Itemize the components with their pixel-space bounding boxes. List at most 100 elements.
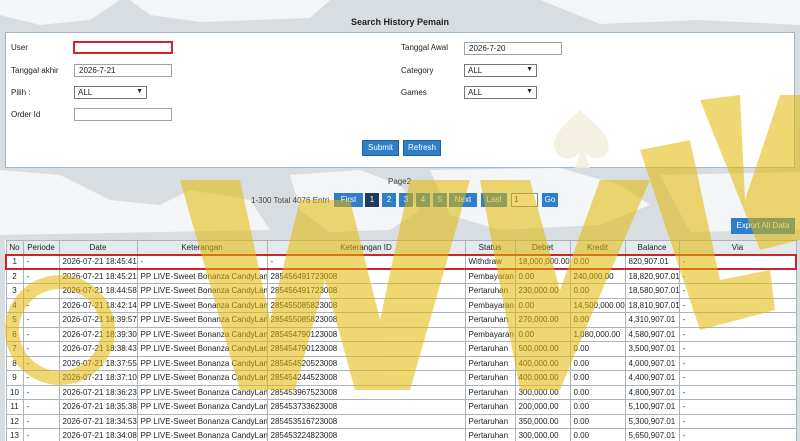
column-header-periode[interactable]: Periode	[22, 240, 60, 255]
cell-no: 3	[5, 283, 24, 299]
table-row[interactable]: 4-2026-07-21 18:42:14 PP LIVE-Sweet Bonan…	[5, 297, 797, 313]
cell-keterangan-id[interactable]: 285454790123008	[266, 326, 466, 342]
cell-status: Pertaruhan	[464, 370, 516, 386]
games-select-value: ALL	[468, 88, 483, 97]
page-5-button[interactable]: 5	[433, 193, 447, 207]
games-label: Games	[401, 88, 427, 97]
cell-balance: 820,907.01	[624, 253, 680, 270]
submit-button[interactable]: Submit	[362, 140, 399, 156]
cell-status: Pertaruhan	[464, 283, 516, 299]
order-id-label: Order Id	[11, 110, 41, 119]
cell-via: -	[678, 428, 797, 441]
tanggal-awal-input[interactable]: 2026-7-20	[464, 42, 562, 55]
cell-no: 7	[5, 341, 24, 357]
page-title: Search History Pemain	[350, 17, 450, 27]
cell-balance: 18,580,907.01	[624, 283, 680, 299]
table-row[interactable]: 9-2026-07-21 18:37:10 PP LIVE-Sweet Bonan…	[5, 370, 797, 386]
cell-kredit: 1,080,000.00	[569, 326, 626, 342]
column-header-no[interactable]: No	[5, 240, 24, 255]
category-select-value: ALL	[468, 66, 483, 75]
table-row[interactable]: 1-2026-07-21 18:45:41- - Withdraw 18,000,00…	[5, 253, 797, 270]
table-row[interactable]: 10-2026-07-21 18:36:23 PP LIVE-Sweet Bona…	[5, 384, 797, 400]
cell-keterangan: -	[136, 253, 268, 270]
cell-status: Pertaruhan	[464, 384, 516, 400]
table-row[interactable]: 5-2026-07-21 18:39:57 PP LIVE-Sweet Bonan…	[5, 312, 797, 328]
cell-via: -	[678, 355, 797, 371]
cell-status: Pertaruhan	[464, 413, 516, 429]
goto-page-input[interactable]: 1	[511, 193, 538, 207]
table-row[interactable]: 8-2026-07-21 18:37:55 PP LIVE-Sweet Bonan…	[5, 355, 797, 371]
cell-periode: -	[22, 399, 60, 415]
table-row[interactable]: 6-2026-07-21 18:39:30 PP LIVE-Sweet Bonan…	[5, 326, 797, 342]
table-row[interactable]: 3-2026-07-21 18:44:58 PP LIVE-Sweet Bonan…	[5, 283, 797, 299]
cell-keterangan-id[interactable]: 285453733623008	[266, 399, 466, 415]
cell-keterangan-id[interactable]: 285456491723008	[266, 268, 466, 284]
chevron-down-icon: ▼	[526, 88, 533, 95]
cell-no: 13	[5, 428, 24, 441]
user-input[interactable]	[73, 41, 173, 54]
column-header-date[interactable]: Date	[58, 240, 138, 255]
table-row[interactable]: 11-2026-07-21 18:35:38 PP LIVE-Sweet Bona…	[5, 399, 797, 415]
page-2-button[interactable]: 2	[382, 193, 396, 207]
cell-no: 10	[5, 384, 24, 400]
table-row[interactable]: 2-2026-07-21 18:45:21 PP LIVE-Sweet Bonan…	[5, 268, 797, 284]
table-row[interactable]: 13-2026-07-21 18:34:08 PP LIVE-Sweet Bona…	[5, 428, 797, 441]
column-header-keterangan[interactable]: Keterangan	[136, 240, 268, 255]
column-header-debet[interactable]: Debet	[514, 240, 571, 255]
cell-no: 6	[5, 326, 24, 342]
pilih-label: Pilih :	[11, 88, 31, 97]
pilih-select-value: ALL	[78, 88, 93, 97]
cell-no: 11	[5, 399, 24, 415]
cell-date: 2026-07-21 18:35:38	[58, 399, 138, 415]
chevron-down-icon: ▼	[136, 88, 143, 95]
cell-balance: 18,810,907.01	[624, 297, 680, 313]
first-page-button[interactable]: First	[334, 193, 363, 207]
column-header-status[interactable]: Status	[464, 240, 516, 255]
cell-kredit: 0.00	[569, 253, 626, 270]
cell-debet: 400,000.00	[514, 355, 571, 371]
cell-keterangan-id[interactable]: 285455085823008	[266, 312, 466, 328]
column-header-via[interactable]: Via	[678, 240, 797, 255]
order-id-input[interactable]	[74, 108, 172, 121]
cell-date: 2026-07-21 18:45:21	[58, 268, 138, 284]
cell-kredit: 0.00	[569, 312, 626, 328]
category-select[interactable]: ALL ▼	[464, 64, 537, 77]
cell-keterangan: PP LIVE-Sweet Bonanza CandyLand	[136, 413, 268, 429]
cell-kredit: 0.00	[569, 384, 626, 400]
page-4-button[interactable]: 4	[416, 193, 430, 207]
cell-debet: 0.00	[514, 297, 571, 313]
history-table: No Periode Date Keterangan Keterangan ID…	[5, 240, 797, 441]
column-header-kredit[interactable]: Kredit	[569, 240, 626, 255]
cell-keterangan-id[interactable]: 285453516723008	[266, 413, 466, 429]
cell-keterangan: PP LIVE-Sweet Bonanza CandyLand	[136, 312, 268, 328]
cell-debet: 230,000.00	[514, 283, 571, 299]
go-button[interactable]: Go	[542, 193, 558, 207]
tanggal-akhir-input[interactable]: 2026-7-21	[74, 64, 172, 77]
pilih-select[interactable]: ALL ▼	[74, 86, 147, 99]
last-page-button[interactable]: Last	[481, 193, 507, 207]
cell-status: Pembayaran	[464, 268, 516, 284]
cell-keterangan-id[interactable]: 285454244523008	[266, 370, 466, 386]
cell-balance: 4,310,907.01	[624, 312, 680, 328]
table-row[interactable]: 12-2026-07-21 18:34:53 PP LIVE-Sweet Bona…	[5, 413, 797, 429]
cell-keterangan-id[interactable]: 285454790123008	[266, 341, 466, 357]
cell-keterangan-id[interactable]: 285455085823008	[266, 297, 466, 313]
column-header-keterangan-id[interactable]: Keterangan ID	[266, 240, 466, 255]
page-1-button[interactable]: 1	[365, 193, 379, 207]
refresh-button[interactable]: Refresh	[403, 140, 441, 156]
next-page-button[interactable]: Next	[449, 193, 477, 207]
page-3-button[interactable]: 3	[399, 193, 413, 207]
cell-no: 8	[5, 355, 24, 371]
column-header-balance[interactable]: Balance	[624, 240, 680, 255]
cell-no: 9	[5, 370, 24, 386]
games-select[interactable]: ALL ▼	[464, 86, 537, 99]
cell-keterangan-id[interactable]: 285456491723008	[266, 283, 466, 299]
table-row[interactable]: 7-2026-07-21 18:38:43 PP LIVE-Sweet Bonan…	[5, 341, 797, 357]
cell-keterangan: PP LIVE-Sweet Bonanza CandyLand	[136, 370, 268, 386]
cell-balance: 18,820,907.01	[624, 268, 680, 284]
cell-keterangan-id[interactable]: 285454520523008	[266, 355, 466, 371]
export-all-data-button[interactable]: Export All Data	[731, 218, 795, 234]
cell-keterangan: PP LIVE-Sweet Bonanza CandyLand	[136, 341, 268, 357]
cell-keterangan-id[interactable]: 285453224823008	[266, 428, 466, 441]
cell-keterangan-id[interactable]: 285453967523008	[266, 384, 466, 400]
